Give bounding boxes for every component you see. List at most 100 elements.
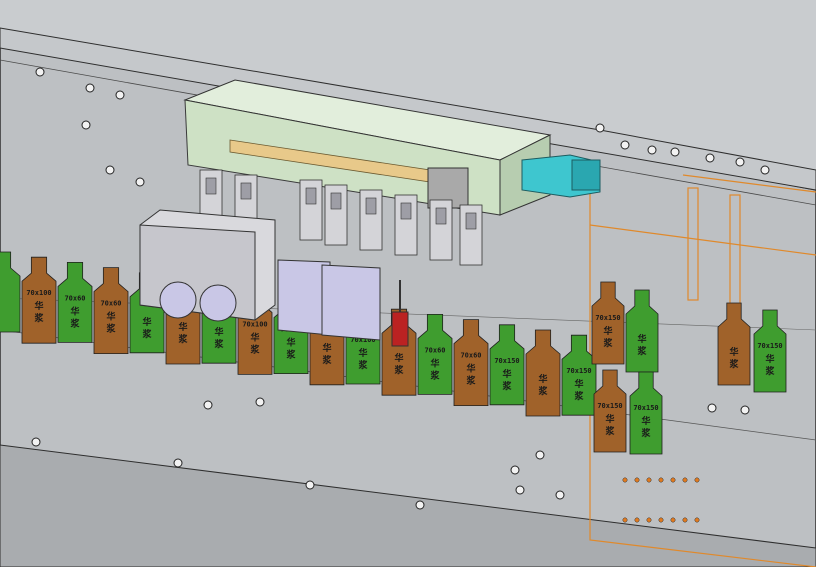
bracket-cylinder xyxy=(240,182,252,200)
bag-size-label: 70x150 xyxy=(566,367,591,375)
clamp-block[interactable] xyxy=(277,259,381,341)
bag-size-label: 70x150 xyxy=(757,342,782,350)
bag-size-label: 70x60 xyxy=(424,346,445,354)
mounting-hole xyxy=(173,458,183,468)
bag-brand-label-bottom: 浆 xyxy=(285,349,296,361)
bag-brand-label-bottom: 浆 xyxy=(429,369,440,381)
bag-brand-label-top: 华 xyxy=(214,326,223,338)
bag-brand-label-bottom: 浆 xyxy=(465,375,476,387)
bag-brand-label-bottom: 浆 xyxy=(141,328,152,340)
mounting-hole xyxy=(707,403,717,413)
mounting-hole xyxy=(647,145,657,155)
mounting-hole xyxy=(31,437,41,447)
mounting-hole xyxy=(555,490,565,500)
bag-brand-label-bottom: 浆 xyxy=(69,317,80,329)
mounting-hole xyxy=(760,165,770,175)
mounting-hole xyxy=(694,477,700,483)
mounting-hole xyxy=(694,517,700,523)
bag-size-label: 70x60 xyxy=(100,300,121,308)
bag-brand-label-top: 华 xyxy=(574,378,583,390)
bag-brand-label-bottom: 浆 xyxy=(321,354,332,366)
gripper-block[interactable] xyxy=(139,209,276,322)
bag-brand-label-top: 华 xyxy=(603,325,612,337)
bag-size-label: 70x150 xyxy=(494,357,519,365)
mounting-hole xyxy=(595,123,605,133)
mounting-hole xyxy=(670,147,680,157)
mounting-hole xyxy=(415,500,425,510)
mounting-hole xyxy=(735,157,745,167)
mounting-hole xyxy=(115,90,125,100)
bag-brand-label-bottom: 浆 xyxy=(105,323,116,335)
bag-brand-label-top: 华 xyxy=(106,311,115,323)
mounting-hole xyxy=(670,517,676,523)
bag-size-label: 70x150 xyxy=(595,314,620,322)
bag-brand-label-top: 华 xyxy=(729,346,738,358)
bag-brand-label-bottom: 浆 xyxy=(640,427,651,439)
bag-brand-label-top: 华 xyxy=(637,333,646,345)
mounting-hole xyxy=(85,83,95,93)
bag-brand-label-bottom: 浆 xyxy=(602,337,613,349)
bracket-cylinder xyxy=(365,197,377,215)
bag-brand-label-top: 华 xyxy=(358,347,367,359)
bag-brand-label-bottom: 浆 xyxy=(249,343,260,355)
mounting-hole xyxy=(646,517,652,523)
mounting-hole xyxy=(634,477,640,483)
bag-brand-label-top: 华 xyxy=(430,357,439,369)
cad-model-canvas[interactable]: 70x100华浆70x60华浆70x60华浆华浆华浆华浆70x100华浆70x6… xyxy=(0,0,816,567)
bag-size-label: 70x60 xyxy=(460,352,481,360)
bag-brand-label-top: 华 xyxy=(765,353,774,365)
bag-brand-label-top: 华 xyxy=(641,415,650,427)
bag-brand-label-top: 华 xyxy=(538,373,547,385)
mounting-hole xyxy=(682,517,688,523)
mounting-hole xyxy=(203,400,213,410)
bag-brand-label-top: 华 xyxy=(142,316,151,328)
bag-brand-label-bottom: 浆 xyxy=(501,380,512,392)
bag-brand-label-bottom: 浆 xyxy=(573,390,584,402)
bag-brand-label-bottom: 浆 xyxy=(33,312,44,324)
bag-brand-label-bottom: 浆 xyxy=(537,385,548,397)
bracket-cylinder xyxy=(465,212,477,230)
bag-size-label: 70x150 xyxy=(597,402,622,410)
mounting-hole xyxy=(105,165,115,175)
bag-brand-label-top: 华 xyxy=(286,337,295,349)
bag-brand-label-top: 华 xyxy=(466,363,475,375)
bag-size-label: 70x100 xyxy=(242,320,267,328)
bag-size-label: 70x60 xyxy=(64,294,85,302)
bag-brand-label-bottom: 浆 xyxy=(213,338,224,350)
bag-brand-label-bottom: 浆 xyxy=(177,333,188,345)
bag-size-label: 70x100 xyxy=(26,289,51,297)
mounting-hole xyxy=(255,397,265,407)
mounting-hole xyxy=(622,477,628,483)
bag-brand-label-top: 华 xyxy=(605,413,614,425)
mounting-hole xyxy=(658,477,664,483)
mounting-hole xyxy=(35,67,45,77)
bracket-cylinder xyxy=(305,187,317,205)
cad-viewport[interactable]: 70x100华浆70x60华浆70x60华浆华浆华浆华浆70x100华浆70x6… xyxy=(0,0,816,567)
mounting-hole xyxy=(305,480,315,490)
mounting-hole xyxy=(740,405,750,415)
servo-motor[interactable] xyxy=(521,154,601,198)
bag-brand-label-bottom: 浆 xyxy=(728,358,739,370)
mounting-hole xyxy=(510,465,520,475)
mounting-hole xyxy=(81,120,91,130)
bag-brand-label-bottom: 浆 xyxy=(604,425,615,437)
mounting-hole xyxy=(535,450,545,460)
bag-brand-label-top: 华 xyxy=(178,321,187,333)
mounting-hole xyxy=(622,517,628,523)
mounting-hole xyxy=(670,477,676,483)
bracket-cylinder xyxy=(205,177,217,195)
bag-brand-label-bottom: 浆 xyxy=(357,359,368,371)
bag-brand-label-bottom: 浆 xyxy=(764,365,775,377)
mounting-hole xyxy=(658,517,664,523)
bag-size-label: 70x150 xyxy=(633,404,658,412)
bracket-cylinder xyxy=(435,207,447,225)
mounting-hole xyxy=(620,140,630,150)
mounting-hole xyxy=(634,517,640,523)
bag-brand-label-top: 华 xyxy=(502,368,511,380)
bag-brand-label-top: 华 xyxy=(70,305,79,317)
bracket-cylinder xyxy=(330,192,342,210)
bag-brand-label-top: 华 xyxy=(394,352,403,364)
mounting-hole xyxy=(646,477,652,483)
bag-brand-label-top: 华 xyxy=(250,331,259,343)
mounting-hole xyxy=(515,485,525,495)
